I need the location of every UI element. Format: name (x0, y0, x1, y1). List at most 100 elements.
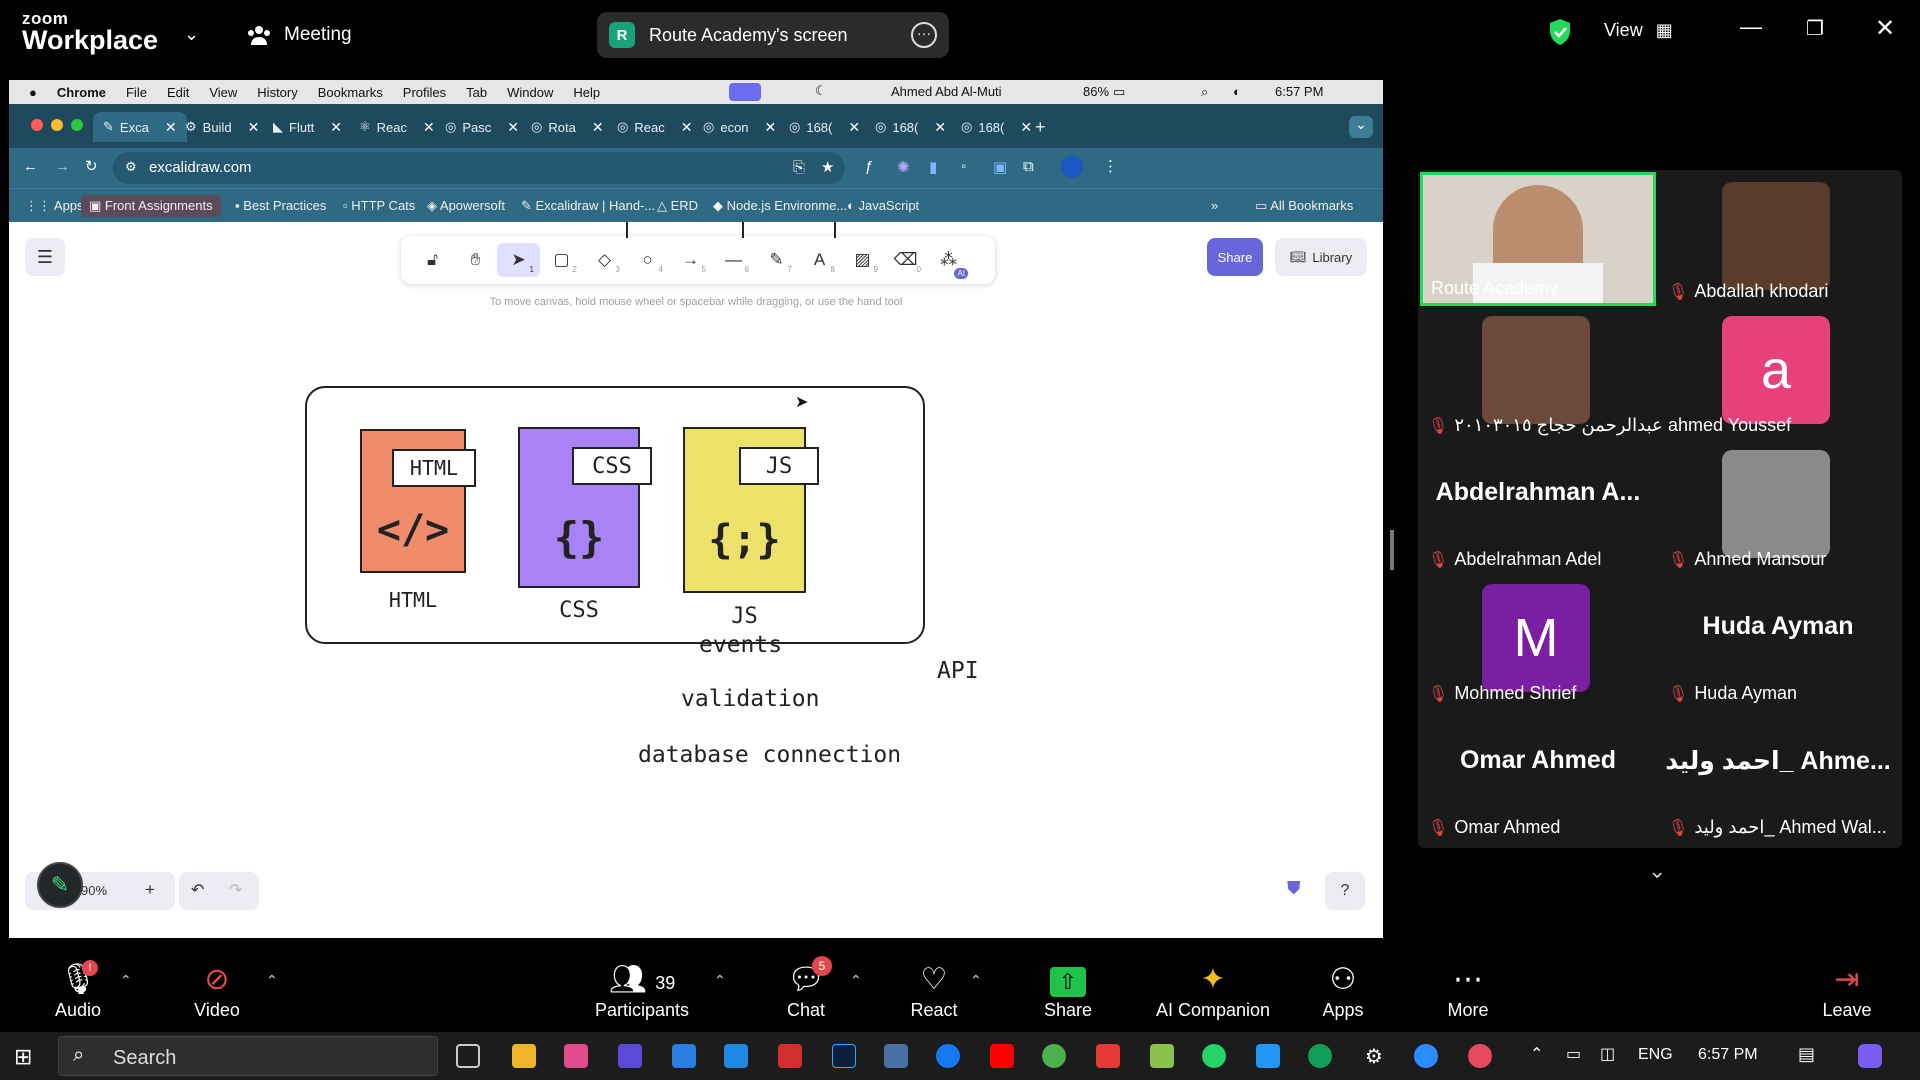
moon-icon[interactable]: ☾ (815, 83, 827, 99)
extension-icon[interactable]: ◦ (961, 158, 966, 175)
more-options-icon[interactable]: ··· (911, 22, 937, 48)
participants-options-caret-icon[interactable]: ⌃ (714, 972, 726, 989)
edge-icon[interactable] (1308, 1044, 1332, 1068)
notifications-icon[interactable]: ▤ (1798, 1044, 1815, 1065)
api-text[interactable]: API (937, 658, 979, 684)
browser-tab[interactable]: ◎ 168(✕ (789, 112, 860, 142)
events-text[interactable]: events (699, 632, 782, 658)
settings-gear-icon[interactable]: ⚙ (1362, 1044, 1386, 1068)
zoom-app-icon[interactable] (1414, 1044, 1438, 1068)
restore-button[interactable]: ❐ (1806, 16, 1824, 41)
bookmark-erd[interactable]: △ ERD (657, 198, 698, 214)
bookmark-star-icon[interactable]: ★ (821, 158, 834, 176)
taskbar-search-box[interactable]: ⌕ Search (58, 1036, 438, 1076)
lock-tool-icon[interactable]: 🔓︎ (411, 243, 454, 277)
rectangle-tool-icon[interactable]: ▢ 2 (540, 243, 583, 277)
chat-options-caret-icon[interactable]: ⌃ (850, 972, 862, 989)
bookmark-front-assignments[interactable]: ▣ Front Assignments (81, 195, 221, 217)
bookmark-apps[interactable]: ⋮⋮ Apps (25, 198, 84, 214)
extension-icon[interactable]: ▣ (993, 158, 1007, 176)
window-zoom-dot[interactable] (71, 119, 83, 131)
leave-button[interactable]: ⇥ Leave (1822, 960, 1872, 1021)
arrow-tool-icon[interactable]: → 5 (669, 243, 712, 277)
extension-icon[interactable]: ƒ (865, 158, 873, 175)
apple-icon[interactable]: ● (29, 85, 37, 100)
menu-window[interactable]: Window (507, 85, 553, 100)
zoom-level[interactable]: 90% (81, 883, 107, 898)
extensions-puzzle-icon[interactable]: ⧉ (1023, 158, 1034, 175)
menu-help[interactable]: Help (573, 85, 600, 100)
audio-button[interactable]: 🎙︎! Audio (46, 960, 110, 1021)
bookmark-excalidraw[interactable]: ✎ Excalidraw | Hand-... (521, 198, 655, 214)
ai-companion-button[interactable]: ✦ AI Companion (1150, 960, 1276, 1021)
menu-profiles[interactable]: Profiles (403, 85, 446, 100)
participant-tile[interactable]: M 🎙︎ Mohmed Shrief (1420, 574, 1656, 708)
participant-tile-active[interactable]: Route Academy (1420, 172, 1656, 306)
diamond-tool-icon[interactable]: ◇ 3 (583, 243, 626, 277)
hand-tool-icon[interactable]: ✋︎ (454, 243, 497, 277)
tab-close-icon[interactable]: ✕ (423, 119, 435, 136)
participant-tile[interactable]: a ahmed Youssef (1660, 306, 1896, 440)
menu-history[interactable]: History (257, 85, 297, 100)
tab-close-icon[interactable]: ✕ (765, 119, 777, 136)
browser-tab[interactable]: ⚙ Build ✕ (185, 112, 259, 142)
chat-button[interactable]: 💬︎ 5 Chat (778, 956, 834, 1021)
minimize-button[interactable]: — (1740, 14, 1762, 40)
participant-tile[interactable]: 🎙︎ عبدالرحمن حجاج ٢٠١٠٣٠١٥ (1420, 306, 1663, 440)
tab-close-icon[interactable]: ✕ (165, 119, 177, 136)
screen-share-status-icon[interactable] (729, 83, 761, 101)
js-card[interactable]: JS {;} (683, 427, 819, 593)
video-options-caret-icon[interactable]: ⌃ (266, 972, 278, 989)
window-minimize-dot[interactable] (51, 119, 63, 131)
panel-resize-handle[interactable] (1390, 530, 1394, 570)
tab-close-icon[interactable]: ✕ (248, 119, 260, 136)
undo-icon[interactable]: ↶ (191, 880, 204, 900)
app-icon[interactable] (618, 1044, 642, 1068)
bookmark-best-practices[interactable]: ▪ Best Practices (235, 198, 326, 213)
tab-close-icon[interactable]: ✕ (507, 119, 519, 136)
excalidraw-canvas[interactable]: ☰ 🔓︎ ✋︎ ➤ 1 ▢ 2 ◇ 3 ○ 4 → 5 —6 ✎ 7 A8 ▨ 9 ⌫ 0 ⁂ A… (9, 222, 1383, 938)
window-close-dot[interactable] (31, 119, 43, 131)
bookmark-apowersoft[interactable]: ◈ Apowersoft (427, 198, 505, 214)
browser-tab[interactable]: ✎ Exca ✕ (93, 112, 187, 142)
photoshop-icon[interactable] (832, 1044, 856, 1068)
view-button[interactable]: View ▦ (1604, 20, 1673, 41)
app-icon[interactable] (672, 1044, 696, 1068)
bookmark-nodejs[interactable]: ◆ Node.js Environme... (713, 198, 847, 214)
extension-icon[interactable]: ✺ (897, 158, 910, 176)
browser-tab[interactable]: ◎ 168(✕ (875, 112, 946, 142)
extension-icon[interactable]: ▮ (929, 158, 937, 176)
participants-button[interactable]: 👥︎ 39 Participants (590, 960, 694, 1021)
meeting-menu[interactable]: Meeting (246, 24, 352, 46)
ellipse-tool-icon[interactable]: ○ 4 (626, 243, 669, 277)
library-button[interactable]: 📖︎ Library (1275, 238, 1367, 276)
eraser-tool-icon[interactable]: ⌫ 0 (884, 243, 927, 277)
bookmarks-overflow-icon[interactable]: » (1211, 198, 1218, 213)
offscreen-line[interactable] (742, 222, 744, 238)
more-button[interactable]: ⋯ More (1440, 960, 1496, 1021)
profile-avatar[interactable] (1061, 156, 1083, 178)
browser-tab[interactable]: ◎ econ ✕ (703, 112, 776, 142)
participant-tile[interactable]: 🎙︎ Ahmed Mansour (1660, 440, 1896, 574)
mac-user-name[interactable]: Ahmed Abd Al-Muti (891, 84, 1002, 99)
youtube-icon[interactable] (990, 1044, 1014, 1068)
menu-edit[interactable]: Edit (167, 85, 189, 100)
tray-icon[interactable]: ▭ (1566, 1044, 1581, 1064)
task-view-icon[interactable] (456, 1044, 480, 1068)
offscreen-line[interactable] (834, 222, 836, 238)
taskbar-clock[interactable]: 6:57 PM (1698, 1046, 1758, 1064)
reload-icon[interactable]: ↻ (85, 157, 98, 175)
file-explorer-icon[interactable] (512, 1044, 536, 1068)
app-icon[interactable] (1096, 1044, 1120, 1068)
tab-close-icon[interactable]: ✕ (681, 119, 693, 136)
text-tool-icon[interactable]: A8 (798, 243, 841, 277)
participant-tile[interactable]: Huda Ayman 🎙︎ Huda Ayman (1660, 574, 1896, 708)
encryption-shield-icon[interactable]: ⛊ (1287, 878, 1301, 899)
pdf-icon[interactable] (778, 1044, 802, 1068)
kebab-menu-icon[interactable]: ⋮ (1103, 157, 1118, 175)
participant-tile[interactable]: Abdelrahman A... 🎙︎ Abdelrahman Adel (1420, 440, 1656, 574)
excalidraw-share-button[interactable]: Share (1207, 238, 1263, 276)
menu-tab[interactable]: Tab (466, 85, 487, 100)
new-tab-button[interactable]: + (1035, 112, 1046, 142)
mac-app-name[interactable]: Chrome (57, 85, 106, 100)
